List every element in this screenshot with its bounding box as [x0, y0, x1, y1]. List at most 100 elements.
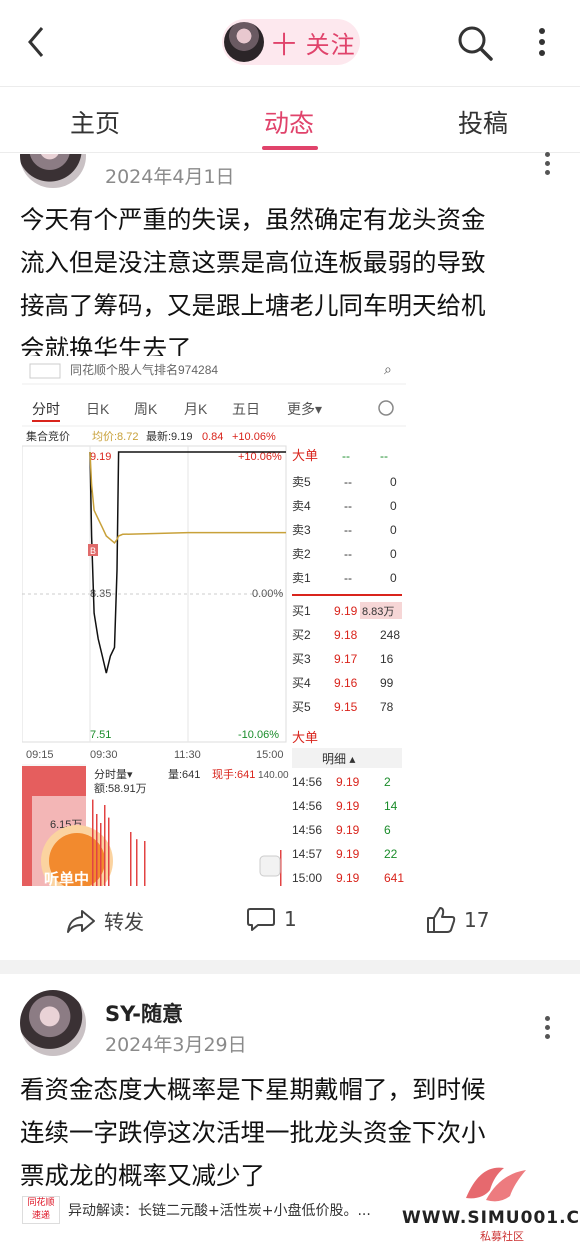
time-label: 09:30	[90, 749, 118, 761]
divider	[0, 152, 580, 153]
username[interactable]: SY-随意	[105, 998, 183, 1028]
volume-bar	[144, 841, 146, 886]
listening-badge: 听单中	[44, 870, 89, 886]
price-bottom: 7.51	[90, 729, 111, 741]
avg-price: 均价:8.72	[92, 430, 138, 443]
auction-label: 集合竞价	[26, 429, 70, 443]
comment-count: 1	[284, 907, 297, 931]
volume-value: 量:641	[168, 768, 200, 781]
comment-icon	[247, 908, 275, 931]
buy-level-volume: 16	[380, 652, 394, 666]
share-label: 转发	[104, 910, 144, 934]
like-button[interactable]: 17	[426, 906, 489, 934]
shared-link-card[interactable]: 同花顺 速递 异动解读：长链二元酸+活性炭+小盘低价股。...	[22, 1195, 406, 1225]
current-hand: 现手:641	[212, 767, 255, 781]
tick-volume: 14	[384, 799, 398, 813]
post-line: 看资金态度大概率是下星期戴帽了，到时候	[20, 1075, 486, 1104]
share-button[interactable]: 转发	[66, 906, 144, 935]
buy-level-label: 买2	[292, 628, 311, 642]
sell-level-label: 卖3	[292, 523, 311, 537]
tick-time: 14:56	[292, 775, 322, 789]
buy-level-price: 9.17	[334, 652, 358, 666]
search-icon: ⌕	[384, 361, 392, 377]
price-top: 9.19	[90, 451, 111, 463]
time-label: 09:15	[26, 749, 54, 761]
volume-bar	[108, 817, 110, 886]
period-tab: 日K	[86, 401, 110, 417]
divider	[0, 86, 580, 87]
buy-level-label: 买5	[292, 700, 311, 714]
thumbs-up-icon	[427, 907, 456, 933]
tick-price: 9.19	[336, 847, 360, 861]
tick-volume: 22	[384, 847, 398, 861]
buy-level-volume: 99	[380, 676, 394, 690]
post-line: 接高了筹码，又是跟上塘老儿同车明天给机	[20, 291, 486, 320]
buy-level-volume: 78	[380, 700, 394, 714]
post-date: 2024年3月29日	[105, 1034, 247, 1056]
settings-icon	[378, 400, 394, 416]
sell-level-label: 卖4	[292, 499, 311, 513]
sell-level-label: 卖1	[292, 571, 311, 585]
avatar	[224, 22, 264, 62]
buy-level-price: 9.18	[334, 628, 358, 642]
search-icon[interactable]	[456, 24, 494, 62]
avatar[interactable]	[20, 990, 86, 1056]
post-line: 今天有个严重的失误，虽然确定有龙头资金	[20, 205, 486, 234]
period-tab: 周K	[134, 401, 158, 417]
more-icon[interactable]	[543, 1016, 551, 1040]
sell-level-label: 卖5	[292, 475, 311, 489]
share-icon	[67, 909, 95, 933]
tick-price: 9.19	[336, 799, 360, 813]
sell-level-price: --	[344, 571, 352, 585]
change-pct: +10.06%	[232, 431, 276, 443]
comment-button[interactable]: 1	[246, 906, 297, 932]
sell-level-volume: 0	[390, 571, 397, 585]
tick-volume: 2	[384, 775, 391, 789]
watermark-site: WWW.SIMU001.CN	[402, 1208, 580, 1228]
follow-label: 十 关注	[272, 30, 356, 59]
volume-bar	[136, 839, 138, 886]
stock-chart-image[interactable]: 同花顺个股人气排名974284 ⌕ 分时 日K 周K 月K 五日 更多▾ 集合竞…	[22, 356, 406, 886]
tab-home[interactable]: 主页	[70, 104, 120, 140]
sell-level-volume: 0	[390, 547, 397, 561]
sell-level-price: --	[344, 523, 352, 537]
tab-bar: 主页 动态 投稿	[0, 88, 580, 152]
buy-level-price: 9.19	[334, 604, 358, 618]
post-line: 流入但是没注意这票是高位连板最弱的导致	[20, 248, 486, 277]
svg-text:--: --	[380, 449, 388, 463]
more-icon[interactable]	[536, 26, 548, 58]
sell-level-volume: 0	[390, 475, 397, 489]
buy-level-volume: 248	[380, 628, 400, 642]
time-label: 15:00	[256, 749, 284, 761]
big-order-label: 大单	[292, 448, 318, 463]
shared-link-text: 异动解读：长链二元酸+活性炭+小盘低价股。...	[68, 1203, 371, 1219]
tonghuashun-logo: 同花顺 速递	[22, 1196, 60, 1224]
time-label: 11:30	[174, 749, 201, 761]
tab-submissions[interactable]: 投稿	[458, 104, 508, 140]
period-tab: 分时	[32, 401, 60, 417]
volume-bar	[92, 799, 94, 886]
tick-time: 15:00	[292, 871, 322, 885]
post-line: 连续一字跌停这次活埋一批龙头资金下次小	[20, 1118, 486, 1147]
change-value: 0.84	[202, 431, 223, 443]
tab-activity[interactable]: 动态	[264, 104, 314, 140]
watermark-logo-icon	[466, 1167, 526, 1202]
volume-bar	[130, 832, 132, 886]
buy-marker: B	[90, 546, 96, 556]
back-arrow-icon[interactable]	[22, 24, 52, 60]
pct-top: +10.06%	[238, 451, 282, 463]
tick-volume: 641	[384, 871, 404, 885]
more-icon[interactable]	[543, 152, 551, 176]
follow-button[interactable]: 十 关注	[222, 19, 360, 65]
sell-level-price: --	[344, 499, 352, 513]
tick-time: 14:56	[292, 823, 322, 837]
tick-time: 14:57	[292, 847, 322, 861]
pct-bottom: -10.06%	[238, 729, 279, 741]
sell-level-volume: 0	[390, 499, 397, 513]
watermark: WWW.SIMU001.CN 私募社区	[402, 1160, 580, 1246]
post-date: 2024年4月1日	[105, 166, 235, 188]
sell-level-label: 卖2	[292, 547, 311, 561]
big-order-label: 大单	[292, 730, 318, 745]
tick-price: 9.19	[336, 871, 360, 885]
buy-level-price: 9.16	[334, 676, 358, 690]
